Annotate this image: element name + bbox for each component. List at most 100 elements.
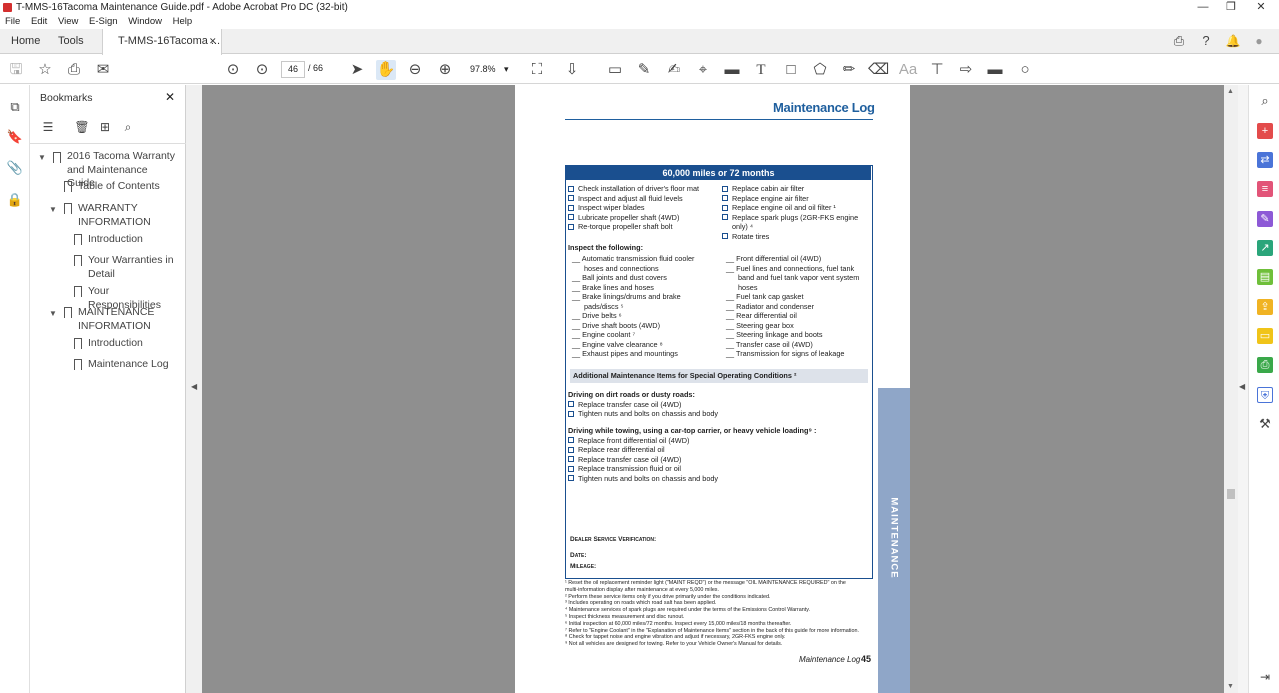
bookmark-maintenance-log[interactable]: Maintenance Log [88, 358, 169, 372]
expand-chevron-icon[interactable]: ▼ [38, 153, 46, 162]
send-for-review-icon[interactable]: ⇪ [1257, 299, 1273, 315]
options-menu-icon[interactable]: ☰ [38, 117, 58, 137]
menu-edit[interactable]: Edit [31, 16, 47, 27]
bookmark-toc[interactable]: Table of Contents [78, 180, 160, 194]
share-icon[interactable]: ⎙ [1169, 31, 1189, 51]
protect-shield-icon[interactable]: ⛨ [1257, 387, 1273, 403]
collapse-panel-handle[interactable]: ◀ [186, 85, 202, 693]
sign-icon[interactable]: ✍ [664, 60, 684, 80]
bookmark-maintenance[interactable]: MAINTENANCE INFORMATION [78, 306, 168, 333]
find-bookmark-icon[interactable]: ⌕ [118, 117, 138, 137]
bookmark-your-warranties[interactable]: Your Warranties in Detail [88, 254, 178, 281]
footnote: ⁸ Check for tappet noise and engine vibr… [565, 634, 786, 641]
zoom-search-icon[interactable]: ⌕ [1257, 93, 1273, 109]
bookmarks-header: Bookmarks [40, 92, 93, 104]
new-bookmark-icon[interactable]: ⊞ [95, 117, 115, 137]
scroll-thumb[interactable] [1227, 489, 1235, 499]
organize-pages-icon[interactable]: ≡ [1257, 181, 1273, 197]
vertical-scrollbar[interactable]: ▲ ▼ [1224, 85, 1238, 693]
save-icon[interactable]: 🖫 [6, 60, 26, 80]
more-tools-icon[interactable]: ⚒ [1257, 416, 1273, 432]
next-page-icon[interactable]: ⊙ [252, 60, 272, 80]
account-icon[interactable]: ● [1249, 31, 1269, 51]
chevron-down-icon: ▾ [504, 64, 509, 74]
menu-help[interactable]: Help [173, 16, 193, 27]
security-icon[interactable]: 🔒 [5, 190, 25, 210]
menu-window[interactable]: Window [128, 16, 162, 27]
bookmark-intro-2[interactable]: Introduction [88, 337, 143, 351]
tab-document-label: T-MMS-16Tacoma ... [118, 35, 221, 47]
inspect-item: __ Drive belts ⁶ [572, 311, 622, 320]
page-thumbnails-icon[interactable]: ⧉ [5, 97, 25, 117]
email-icon[interactable]: ✉ [93, 60, 113, 80]
menu-view[interactable]: View [58, 16, 78, 27]
rectangle-icon[interactable]: □ [781, 60, 801, 80]
polygon-icon[interactable]: ⬠ [810, 60, 830, 80]
bookmark-star-icon[interactable]: ☆ [35, 60, 55, 80]
inspect-item: __ Transmission for signs of leakage [726, 349, 845, 358]
right-collapse-handle[interactable]: ◀ [1238, 85, 1248, 693]
select-cursor-icon[interactable]: ➤ [347, 60, 367, 80]
expand-arrow-icon: ◀ [1239, 382, 1246, 391]
pencil-icon[interactable]: ✏ [839, 60, 859, 80]
inspect-item: __ Automatic transmission fluid cooler [572, 254, 695, 263]
combine-files-icon[interactable]: ⇄ [1257, 152, 1273, 168]
fill-sign-icon[interactable]: ✎ [1257, 211, 1273, 227]
print-icon[interactable]: ⎙ [64, 60, 84, 80]
scroll-down-icon[interactable]: ▼ [1227, 683, 1234, 690]
arrow-icon[interactable]: ⇨ [956, 60, 976, 80]
notification-bell-icon[interactable]: 🔔 [1223, 31, 1243, 51]
close-panel-icon[interactable]: ✕ [165, 90, 175, 104]
check-item: Replace rear differential oil [568, 445, 665, 454]
check-item: Tighten nuts and bolts on chassis and bo… [568, 409, 718, 418]
eraser-icon[interactable]: ⌫ [868, 60, 889, 80]
page-number-input[interactable]: 46 [281, 61, 305, 78]
tab-home[interactable]: Home [11, 29, 40, 54]
attachments-icon[interactable]: 📎 [5, 158, 25, 178]
expand-chevron-icon[interactable]: ▼ [49, 205, 57, 214]
comment-tool-icon[interactable]: ▭ [1257, 328, 1273, 344]
tab-close-icon[interactable]: ✕ [209, 29, 217, 54]
previous-page-icon[interactable]: ⊙ [223, 60, 243, 80]
zoom-out-icon[interactable]: ⊖ [405, 60, 425, 80]
comment-icon[interactable]: ▭ [605, 60, 625, 80]
menu-file[interactable]: File [5, 16, 20, 27]
help-icon[interactable]: ? [1196, 31, 1216, 51]
bookmark-icon [74, 338, 82, 350]
edit-pdf-icon[interactable]: ▤ [1257, 269, 1273, 285]
delete-bookmark-icon[interactable]: 🗑 [72, 117, 92, 137]
export-pdf-icon[interactable]: ↗ [1257, 240, 1273, 256]
inspect-item: hoses and connections [584, 263, 659, 273]
highlight-icon[interactable]: ✎ [634, 60, 654, 80]
bookmark-intro-1[interactable]: Introduction [88, 233, 143, 247]
inspect-item: hoses [738, 282, 758, 292]
checkbox-icon [722, 204, 728, 211]
scan-ocr-icon[interactable]: ⎙ [1257, 357, 1273, 373]
towing-heading: Driving while towing, using a car-top ca… [568, 426, 817, 435]
hand-tool-icon[interactable]: ✋ [376, 60, 396, 80]
font-size-icon[interactable]: Aa [898, 60, 918, 80]
menu-esign[interactable]: E-Sign [89, 16, 118, 27]
document-viewport[interactable]: Maintenance Log 60,000 miles or 72 month… [202, 85, 1224, 693]
stamp-icon[interactable]: ⌖ [693, 60, 713, 80]
close-window-button[interactable]: ✕ [1241, 0, 1279, 15]
text-tool-icon[interactable]: T [751, 60, 771, 80]
zoom-dropdown[interactable]: 97.8% ▾ [464, 61, 514, 78]
create-pdf-icon[interactable]: + [1257, 123, 1273, 139]
oval-icon[interactable]: ○ [1015, 60, 1035, 80]
line-icon[interactable]: ▬ [985, 60, 1005, 80]
bookmark-warranty[interactable]: WARRANTY INFORMATION [78, 202, 158, 229]
scroll-up-icon[interactable]: ▲ [1227, 88, 1234, 95]
scroll-mode-icon[interactable]: ⇩ [562, 60, 582, 80]
check-item: Re-torque propeller shaft bolt [568, 222, 673, 231]
tab-document[interactable]: T-MMS-16Tacoma ... ✕ [102, 29, 222, 55]
expand-chevron-icon[interactable]: ▼ [49, 309, 57, 318]
zoom-in-icon[interactable]: ⊕ [435, 60, 455, 80]
inspect-item: __ Front differential oil (4WD) [726, 254, 822, 263]
bookmarks-icon[interactable]: 🔖 [5, 127, 25, 147]
fit-page-icon[interactable]: ⛶ [527, 60, 547, 80]
tab-tools[interactable]: Tools [58, 29, 84, 54]
collapse-tools-icon[interactable]: ⇥ [1257, 669, 1273, 685]
measure-icon[interactable]: ▬ [722, 60, 742, 80]
textbox-icon[interactable]: ⊤ [927, 60, 947, 80]
